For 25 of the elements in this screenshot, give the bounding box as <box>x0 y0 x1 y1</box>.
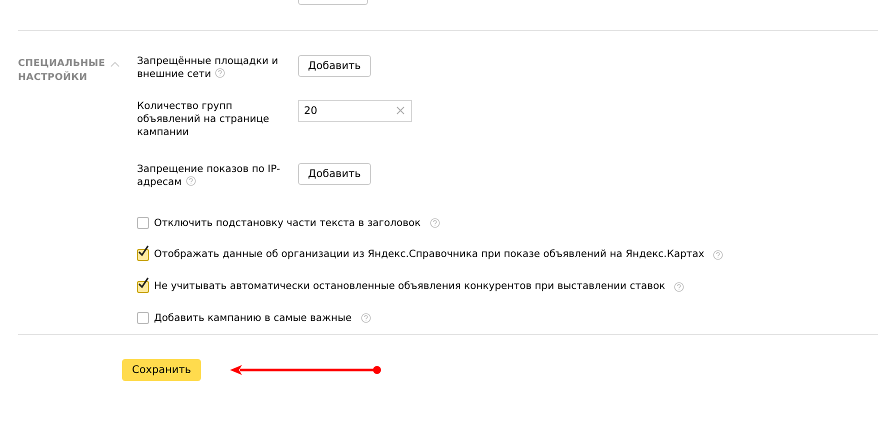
collapse-chevron-icon[interactable] <box>110 61 120 67</box>
field-label: Запрещённые площадки и внешние сети <box>137 55 280 82</box>
checkbox[interactable] <box>137 217 149 230</box>
checkbox[interactable] <box>137 248 149 261</box>
checkbox[interactable] <box>137 280 149 293</box>
clear-icon[interactable] <box>396 106 405 116</box>
add-button[interactable]: Добавить <box>298 162 371 185</box>
field-label: Запрещение показов по IP-адресам <box>137 162 282 190</box>
field-label: Количество групп объявлений на странице кампании <box>137 100 270 140</box>
option-label: Добавить кампанию в самые важные <box>154 312 352 324</box>
option-label: Отображать данные об организации из Яндекс.Справочника при показе объявлений на Яндекс.Картах <box>154 249 704 260</box>
input-field[interactable]: 20 <box>298 100 412 122</box>
help-icon[interactable] <box>713 250 724 260</box>
help-icon[interactable] <box>186 176 196 186</box>
option-label: Не учитывать автоматически остановленные объявления конкурентов при выставлении ставок <box>154 281 666 292</box>
help-icon[interactable] <box>215 68 226 78</box>
help-icon[interactable] <box>674 282 684 292</box>
save-button[interactable]: Сохранить <box>122 359 202 381</box>
section-title: СПЕЦИАЛЬНЫЕ НАСТРОЙКИ <box>18 57 106 85</box>
checkbox[interactable] <box>137 312 149 324</box>
help-icon[interactable] <box>360 313 371 324</box>
button-edge[interactable] <box>298 0 368 5</box>
help-icon[interactable] <box>430 218 440 228</box>
option-label: Отключить подстановку части текста в заголовок <box>154 218 421 229</box>
add-button[interactable]: Добавить <box>298 55 371 77</box>
